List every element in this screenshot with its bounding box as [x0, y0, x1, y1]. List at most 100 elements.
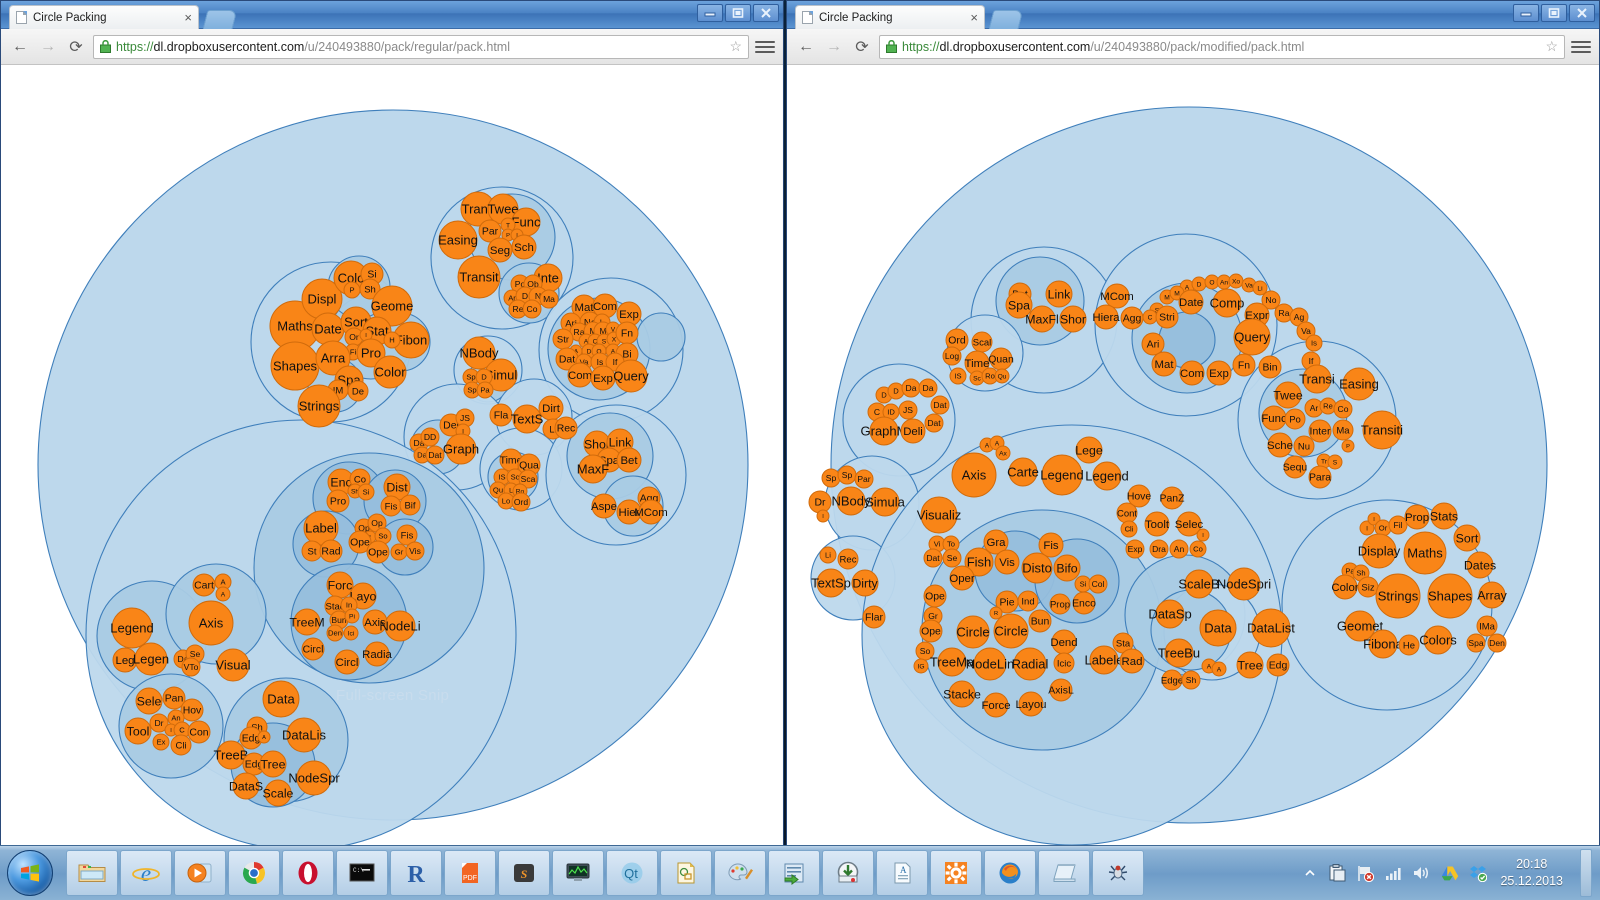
pack-leaf[interactable]: JS: [898, 400, 918, 420]
new-tab-button[interactable]: [202, 10, 238, 29]
pack-leaf[interactable]: A: [1211, 661, 1227, 677]
pack-leaf[interactable]: Flar: [862, 605, 886, 629]
taskbar-item-settings[interactable]: [930, 850, 982, 896]
pack-leaf[interactable]: Sele: [135, 687, 163, 715]
pack-leaf[interactable]: D: [1191, 276, 1207, 292]
pack-leaf[interactable]: Ord: [511, 492, 531, 512]
restore-icon[interactable]: [1541, 4, 1567, 22]
pack-leaf[interactable]: Fn: [1232, 353, 1256, 377]
pack-leaf[interactable]: D: [887, 382, 905, 400]
pack-leaf[interactable]: Col: [1088, 574, 1108, 594]
pack-leaf[interactable]: De: [347, 380, 369, 402]
pack-leaf[interactable]: VTo: [181, 657, 201, 677]
taskbar-item-notepad[interactable]: [1038, 850, 1090, 896]
pack-leaf[interactable]: Shor: [1059, 305, 1087, 333]
pack-leaf[interactable]: Scal: [971, 331, 993, 353]
browser-tab-right[interactable]: Circle Packing ×: [795, 5, 985, 29]
taskbar-item-text-document[interactable]: A: [876, 850, 928, 896]
pack-leaf[interactable]: Ici: [343, 625, 359, 641]
pack-leaf[interactable]: P: [343, 281, 361, 299]
pack-leaf[interactable]: Rad: [319, 539, 343, 563]
pack-leaf[interactable]: I: [1196, 528, 1210, 542]
pack-leaf[interactable]: Oper: [949, 565, 975, 591]
taskbar-item-command-prompt[interactable]: C:\: [336, 850, 388, 896]
pack-leaf[interactable]: Pa: [476, 381, 494, 399]
pack-leaf[interactable]: Co: [522, 299, 542, 319]
pack-leaf[interactable]: Exp: [1206, 360, 1232, 386]
reload-button[interactable]: ⟳: [851, 36, 873, 58]
pack-leaf[interactable]: Cli: [170, 734, 192, 756]
pack-leaf[interactable]: Log: [942, 346, 962, 366]
pack-leaf[interactable]: Strings: [297, 384, 341, 428]
back-button[interactable]: ←: [9, 36, 31, 58]
pack-leaf[interactable]: Mat: [1151, 351, 1177, 377]
pack-leaf[interactable]: Str: [552, 328, 574, 350]
pack-leaf[interactable]: Nu: [1293, 435, 1315, 457]
close-icon[interactable]: ×: [970, 11, 978, 24]
close-icon[interactable]: [753, 4, 779, 22]
pack-leaf[interactable]: Fla: [489, 403, 513, 427]
pack-leaf[interactable]: Da: [901, 378, 921, 398]
pack-leaf[interactable]: An: [1169, 539, 1189, 559]
pack-leaf[interactable]: Query: [1233, 318, 1271, 356]
pack-leaf[interactable]: Tree: [259, 750, 287, 778]
pack-leaf[interactable]: Bif: [399, 494, 421, 516]
pack-leaf[interactable]: Qu: [994, 368, 1010, 384]
pack-leaf[interactable]: Strings: [1375, 573, 1421, 619]
pack-leaf[interactable]: Co: [1333, 399, 1353, 419]
pack-leaf[interactable]: Siz: [1357, 576, 1379, 598]
pack-leaf[interactable]: Stats: [1430, 502, 1458, 530]
taskbar-item-internet-explorer[interactable]: e: [120, 850, 172, 896]
pack-leaf[interactable]: Re: [1319, 397, 1337, 415]
pack-leaf[interactable]: Aspe: [591, 493, 617, 519]
pack-leaf[interactable]: Den: [326, 624, 344, 642]
pack-leaf[interactable]: Cart: [192, 573, 216, 597]
pack-leaf[interactable]: Fn: [615, 321, 639, 345]
pack-leaf[interactable]: Prop: [1049, 593, 1071, 615]
pack-leaf[interactable]: Rec: [554, 416, 578, 440]
pack-leaf[interactable]: A: [215, 586, 231, 602]
pack-leaf[interactable]: Dat: [930, 395, 950, 415]
taskbar-item-sublime-text[interactable]: S: [498, 850, 550, 896]
pack-leaf[interactable]: Color: [373, 355, 407, 389]
back-button[interactable]: ←: [795, 36, 817, 58]
pack-leaf[interactable]: Vis: [994, 549, 1020, 575]
taskbar-item-download[interactable]: [822, 850, 874, 896]
pack-leaf[interactable]: Ax: [995, 445, 1011, 461]
pack-leaf[interactable]: Gr: [390, 543, 408, 561]
taskbar-clock[interactable]: 20:18 25.12.2013: [1496, 856, 1567, 890]
pack-leaf[interactable]: Para: [1308, 465, 1332, 489]
show-desktop-button[interactable]: [1580, 849, 1592, 897]
pack-leaf[interactable]: Icic: [1053, 652, 1075, 674]
pack-leaf[interactable]: Date: [1178, 289, 1204, 315]
pack-leaf[interactable]: Sort: [1453, 524, 1481, 552]
pack-leaf[interactable]: Dirt: [538, 395, 564, 421]
pack-leaf[interactable]: Bun: [1028, 609, 1052, 633]
pack-leaf[interactable]: IS: [949, 367, 967, 385]
close-icon[interactable]: [1569, 4, 1595, 22]
pack-leaf[interactable]: Bet: [616, 447, 642, 473]
pack-leaf[interactable]: Vis: [405, 541, 425, 561]
pack-leaf[interactable]: Dirty: [851, 569, 879, 597]
pack-leaf[interactable]: Ma: [539, 289, 559, 309]
pack-leaf[interactable]: Pro: [326, 489, 350, 513]
pack-leaf[interactable]: Cont: [1116, 502, 1138, 524]
pack-leaf[interactable]: Shapes: [270, 341, 320, 391]
pack-leaf[interactable]: DD: [420, 427, 440, 447]
new-tab-button[interactable]: [988, 10, 1024, 29]
pack-leaf[interactable]: He: [1398, 634, 1420, 656]
pack-leaf[interactable]: Cli: [1120, 520, 1138, 538]
address-bar[interactable]: https://dl.dropboxusercontent.com/u/2404…: [879, 34, 1565, 59]
circle-pack-modified[interactable]: AspecBetLinkSpaMaxFlShorMComHieraAggOrdS…: [787, 65, 1599, 846]
pack-leaf[interactable]: Se: [942, 548, 962, 568]
pack-leaf[interactable]: Li: [819, 546, 837, 564]
menu-icon[interactable]: [755, 36, 775, 58]
pack-leaf[interactable]: Sp: [821, 468, 841, 488]
pack-leaf[interactable]: Inter: [1308, 419, 1332, 443]
menu-icon[interactable]: [1571, 36, 1591, 58]
pack-leaf[interactable]: Ma: [1332, 419, 1354, 441]
browser-window-left[interactable]: Circle Packing × ← → ⟳ https://dl.dropbo…: [0, 0, 784, 846]
pack-leaf[interactable]: Con: [187, 720, 211, 744]
pack-leaf[interactable]: Ope: [919, 619, 943, 643]
close-icon[interactable]: ×: [184, 11, 192, 24]
